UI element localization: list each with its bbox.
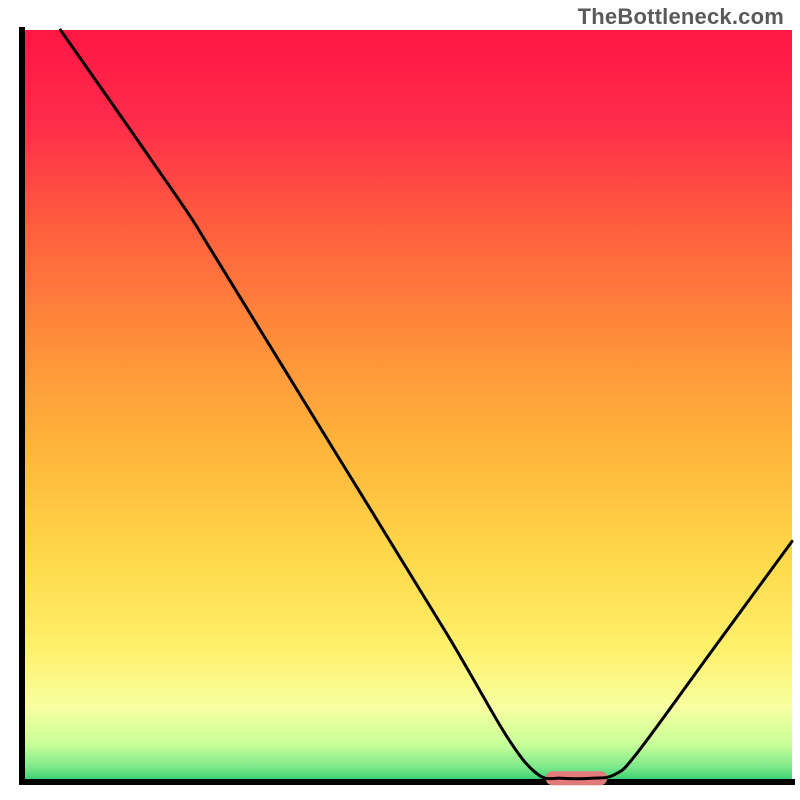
- plot-gradient-background: [22, 30, 792, 782]
- bottleneck-chart: [0, 0, 800, 800]
